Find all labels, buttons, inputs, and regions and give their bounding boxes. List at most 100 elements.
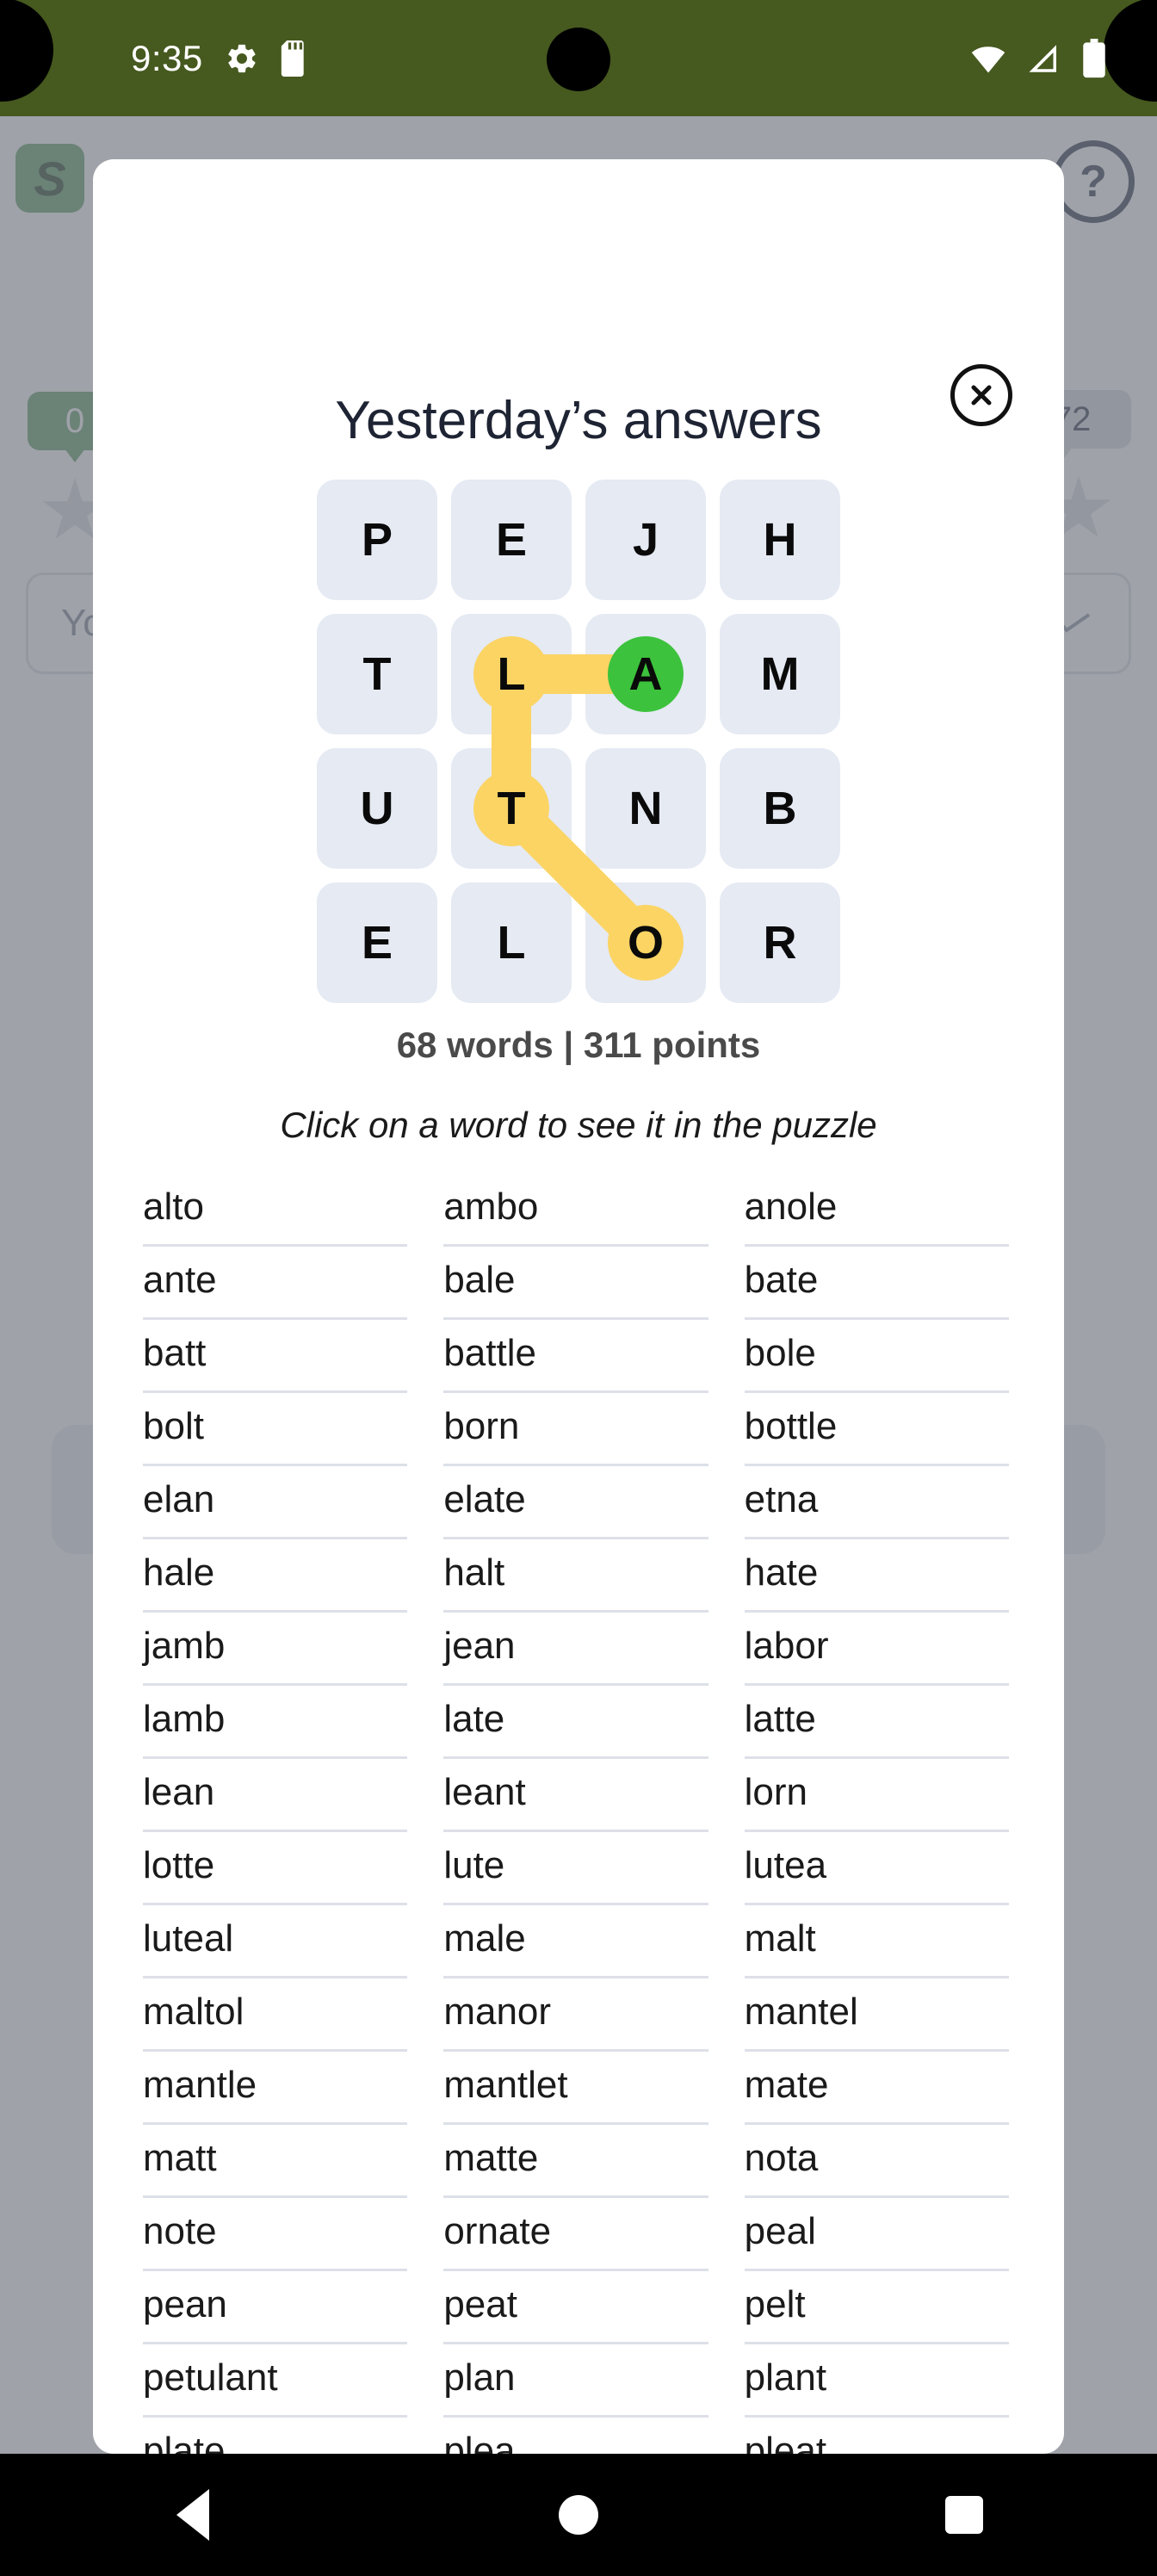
word-item-peat[interactable]: peat: [428, 2269, 728, 2344]
word-item-battle[interactable]: battle: [428, 1318, 728, 1393]
word-item-hate[interactable]: hate: [729, 1538, 1030, 1613]
grid-tile-e-r0c1[interactable]: E: [451, 480, 572, 600]
word-item-halt[interactable]: halt: [428, 1538, 728, 1613]
word-item-underline: note: [143, 2195, 408, 2271]
word-item-underline: mantle: [143, 2049, 408, 2125]
word-item-late[interactable]: late: [428, 1684, 728, 1759]
close-icon[interactable]: [950, 364, 1012, 426]
grid-tile-u-r2c0[interactable]: U: [317, 748, 437, 869]
word-label: late: [443, 1698, 505, 1740]
word-item-plea[interactable]: plea: [428, 2416, 728, 2454]
word-label: pean: [143, 2283, 227, 2325]
word-row: matt matte nota: [127, 2123, 1030, 2198]
grid-tile-h-r0c3[interactable]: H: [720, 480, 840, 600]
word-label: matt: [143, 2137, 217, 2179]
word-item-lutea[interactable]: lutea: [729, 1830, 1030, 1905]
word-item-underline: plate: [143, 2415, 407, 2454]
grid-tile-e-r3c0[interactable]: E: [317, 882, 437, 1003]
word-item-ambo[interactable]: ambo: [428, 1172, 728, 1247]
back-button[interactable]: [145, 2468, 240, 2562]
word-item-luteal[interactable]: luteal: [127, 1904, 428, 1978]
word-item-bottle[interactable]: bottle: [729, 1391, 1030, 1466]
grid-tile-p-r0c0[interactable]: P: [317, 480, 437, 600]
grid-letter: U: [360, 783, 394, 834]
word-item-malt[interactable]: malt: [729, 1904, 1030, 1978]
phone-screen: S ? 0 272 Yo Q Yesterday’s: [0, 0, 1157, 2576]
word-label: peal: [744, 2210, 816, 2252]
word-label: lamb: [143, 1698, 226, 1740]
word-label: alto: [143, 1186, 204, 1228]
word-item-matte[interactable]: matte: [428, 2123, 728, 2198]
word-label: labor: [744, 1625, 829, 1667]
word-item-lotte[interactable]: lotte: [127, 1830, 428, 1905]
grid-tile-t-r1c0[interactable]: T: [317, 614, 437, 734]
word-item-plan[interactable]: plan: [428, 2343, 728, 2418]
word-item-bale[interactable]: bale: [428, 1245, 728, 1320]
word-item-matt[interactable]: matt: [127, 2123, 428, 2198]
word-row: lamb late latte: [127, 1684, 1030, 1759]
word-label: bate: [744, 1259, 819, 1301]
word-item-bole[interactable]: bole: [729, 1318, 1030, 1393]
word-item-elan[interactable]: elan: [127, 1464, 428, 1539]
word-item-labor[interactable]: labor: [729, 1611, 1030, 1686]
grid-tile-b-r2c3[interactable]: B: [720, 748, 840, 869]
word-item-bolt[interactable]: bolt: [127, 1391, 428, 1466]
word-label: born: [443, 1405, 520, 1447]
word-item-alto[interactable]: alto: [127, 1172, 428, 1247]
word-item-hale[interactable]: hale: [127, 1538, 428, 1613]
word-item-nota[interactable]: nota: [729, 2123, 1030, 2198]
word-item-peal[interactable]: peal: [729, 2196, 1030, 2271]
word-item-plant[interactable]: plant: [729, 2343, 1030, 2418]
word-item-jamb[interactable]: jamb: [127, 1611, 428, 1686]
word-item-elate[interactable]: elate: [428, 1464, 728, 1539]
word-item-leant[interactable]: leant: [428, 1757, 728, 1832]
grid-tile-n-r2c2[interactable]: N: [585, 748, 706, 869]
word-item-jean[interactable]: jean: [428, 1611, 728, 1686]
word-row: petulant plan plant: [127, 2343, 1030, 2418]
grid-tile-m-r1c3[interactable]: M: [720, 614, 840, 734]
word-item-ornate[interactable]: ornate: [428, 2196, 728, 2271]
home-button[interactable]: [531, 2468, 626, 2562]
recents-button[interactable]: [917, 2468, 1012, 2562]
word-label: nota: [744, 2137, 819, 2179]
grid-letter: A: [628, 648, 663, 700]
word-item-lean[interactable]: lean: [127, 1757, 428, 1832]
word-item-male[interactable]: male: [428, 1904, 728, 1978]
word-item-mantlet[interactable]: mantlet: [428, 2050, 728, 2125]
word-item-batt[interactable]: batt: [127, 1318, 428, 1393]
grid-tile-l-r1c1[interactable]: L: [451, 614, 572, 734]
word-item-manor[interactable]: manor: [428, 1976, 728, 2052]
word-item-etna[interactable]: etna: [729, 1464, 1030, 1539]
word-label: mate: [744, 2064, 829, 2106]
grid-tile-t-r2c1[interactable]: T: [451, 748, 572, 869]
grid-tile-l-r3c1[interactable]: L: [451, 882, 572, 1003]
grid-tile-o-r3c2[interactable]: O: [585, 882, 706, 1003]
word-item-lorn[interactable]: lorn: [729, 1757, 1030, 1832]
status-bar-left: 9:35: [131, 0, 310, 116]
word-item-anole[interactable]: anole: [729, 1172, 1030, 1247]
answer-word-list[interactable]: alto ambo anole ante bale bate batt battle bole b…: [127, 1172, 1030, 2454]
word-label: hale: [143, 1551, 215, 1594]
word-item-mate[interactable]: mate: [729, 2050, 1030, 2125]
word-item-note[interactable]: note: [127, 2195, 428, 2271]
word-item-maltol[interactable]: maltol: [127, 1977, 428, 2052]
grid-letter: T: [497, 783, 526, 834]
word-item-lamb[interactable]: lamb: [127, 1684, 428, 1759]
word-item-latte[interactable]: latte: [729, 1684, 1030, 1759]
word-item-petulant[interactable]: petulant: [127, 2343, 428, 2418]
word-item-pean[interactable]: pean: [127, 2269, 428, 2344]
grid-tile-j-r0c2[interactable]: J: [585, 480, 706, 600]
word-item-pelt[interactable]: pelt: [729, 2269, 1030, 2344]
word-label: elan: [143, 1478, 215, 1520]
word-item-pleat[interactable]: pleat: [729, 2416, 1030, 2454]
word-item-bate[interactable]: bate: [729, 1245, 1030, 1320]
word-item-lute[interactable]: lute: [428, 1830, 728, 1905]
word-item-ante[interactable]: ante: [127, 1245, 428, 1320]
grid-tile-a-r1c2[interactable]: A: [585, 614, 706, 734]
word-item-plate[interactable]: plate: [127, 2416, 428, 2454]
grid-tile-r-r3c3[interactable]: R: [720, 882, 840, 1003]
word-item-mantle[interactable]: mantle: [127, 2049, 428, 2125]
word-item-born[interactable]: born: [428, 1391, 728, 1466]
word-item-mantel[interactable]: mantel: [729, 1977, 1030, 2052]
word-item-underline: manor: [443, 1976, 708, 2052]
